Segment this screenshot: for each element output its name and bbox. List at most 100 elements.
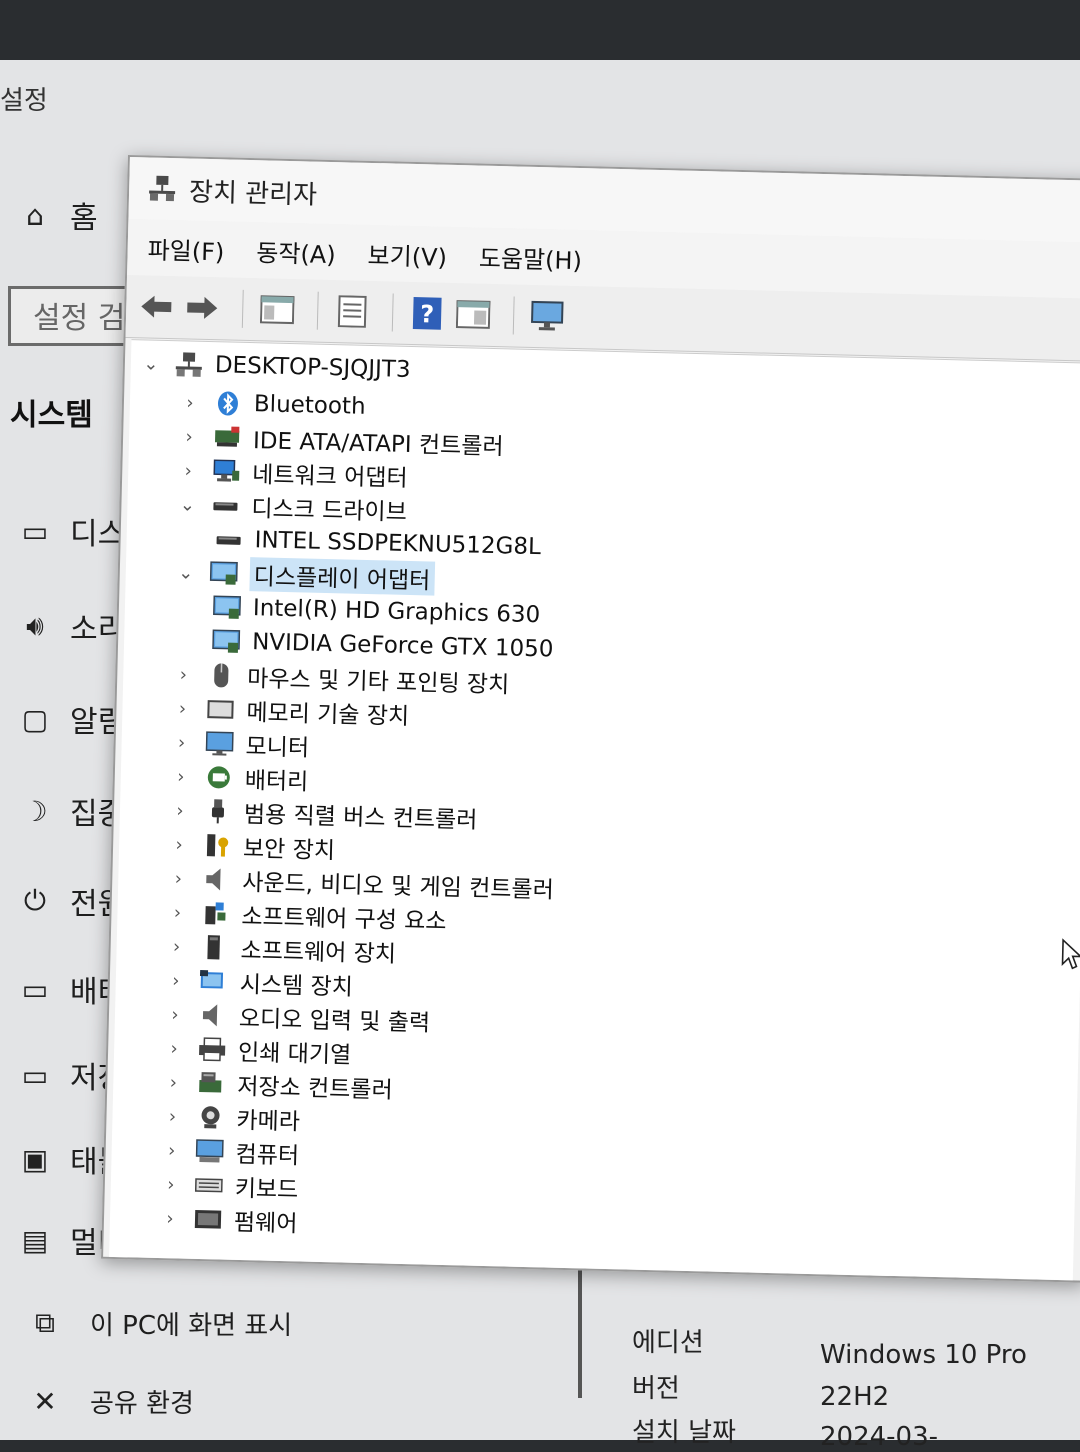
device-tree[interactable]: ⌄ DESKTOP-SJQJJT3 ›Bluetooth›IDE ATA/ATA…: [109, 339, 1080, 1280]
chevron-right-icon[interactable]: ›: [162, 1106, 183, 1127]
chevron-right-icon[interactable]: ›: [160, 1208, 181, 1229]
chevron-right-icon[interactable]: ›: [171, 732, 192, 753]
tree-item-label: 인쇄 대기열: [238, 1033, 352, 1070]
menu-action[interactable]: 동작(A): [256, 233, 336, 270]
toolbar-separator: [242, 290, 244, 328]
tree-category[interactable]: › Bluetooth: [180, 385, 366, 424]
tree-category[interactable]: ›메모리 기술 장치: [172, 691, 410, 731]
forward-icon[interactable]: [182, 287, 223, 328]
keyboard-icon: [195, 1172, 224, 1199]
help-icon[interactable]: ?: [407, 293, 448, 334]
chevron-right-icon[interactable]: ›: [171, 766, 192, 787]
security-icon: [203, 832, 232, 859]
chevron-right-icon[interactable]: ›: [172, 698, 193, 719]
memory-icon: [206, 696, 235, 723]
tree-category[interactable]: › 시스템 장치: [165, 963, 353, 1002]
tree-category[interactable]: › 배터리: [170, 759, 308, 796]
chevron-right-icon[interactable]: ›: [169, 834, 190, 855]
details-view-icon[interactable]: [453, 294, 494, 335]
tree-category[interactable]: › 소프트웨어 장치: [166, 929, 396, 969]
tree-category[interactable]: › 인쇄 대기열: [164, 1031, 352, 1070]
chevron-right-icon[interactable]: ›: [161, 1174, 182, 1195]
tree-item-label: 컴퓨터: [235, 1135, 299, 1171]
chevron-right-icon[interactable]: ›: [163, 1072, 184, 1093]
svg-text:?: ?: [420, 300, 435, 328]
power-icon: ⏻: [0, 884, 70, 918]
battery-icon: ▭: [0, 973, 70, 1006]
chevron-right-icon[interactable]: ›: [161, 1140, 182, 1161]
tree-category[interactable]: ›네트워크 어댑터: [178, 453, 408, 493]
chevron-right-icon[interactable]: ›: [166, 936, 187, 957]
nav-focus[interactable]: ☽ 집중: [0, 786, 125, 836]
chevron-right-icon[interactable]: ›: [173, 664, 194, 685]
properties-view-icon[interactable]: [257, 289, 298, 330]
chevron-right-icon[interactable]: ›: [178, 460, 199, 481]
list-icon[interactable]: [332, 291, 373, 332]
chevron-down-icon[interactable]: ⌄: [177, 494, 198, 515]
tree-category[interactable]: › 저장소 컨트롤러: [163, 1065, 393, 1105]
edition-label: 에디션: [632, 1322, 704, 1359]
tree-category[interactable]: › 펌웨어: [160, 1201, 298, 1238]
tree-item-label: 소프트웨어 구성 요소: [241, 897, 447, 936]
bluetooth-icon: [214, 390, 243, 417]
edition-value: Windows 10 Pro: [820, 1340, 1027, 1370]
monitor-scan-icon[interactable]: [528, 296, 569, 337]
chevron-right-icon[interactable]: ›: [164, 1038, 185, 1059]
nav-notifications[interactable]: ▢ 알림: [0, 694, 125, 744]
toolbar-separator: [317, 292, 319, 330]
menu-help[interactable]: 도움말(H): [479, 238, 583, 276]
settings-title: 설정: [0, 80, 48, 117]
tree-item-label: Bluetooth: [254, 391, 366, 420]
chevron-down-icon[interactable]: ⌄: [176, 562, 197, 583]
chevron-right-icon[interactable]: ›: [180, 392, 201, 413]
home-nav[interactable]: ⌂ 홈: [0, 190, 98, 240]
network-adapter-icon: [212, 458, 241, 485]
tree-item-label: 소프트웨어 장치: [240, 931, 396, 969]
home-label: 홈: [70, 193, 98, 237]
nav-shared[interactable]: ✕ 공유 환경: [0, 1376, 194, 1426]
computer-tree-icon: [175, 351, 204, 378]
sound-icon: [202, 866, 231, 893]
tree-category[interactable]: › 컴퓨터: [161, 1133, 299, 1170]
tree-item-label: 펌웨어: [234, 1203, 298, 1239]
divider: [578, 1268, 582, 1398]
tree-category[interactable]: ›키보드: [160, 1167, 298, 1204]
chevron-right-icon[interactable]: ›: [167, 902, 188, 923]
tree-category[interactable]: ›카메라: [162, 1099, 300, 1136]
chevron-right-icon[interactable]: ›: [170, 800, 191, 821]
chevron-down-icon[interactable]: ⌄: [141, 353, 162, 374]
install-date-label: 설치 날짜: [632, 1412, 736, 1449]
tree-root[interactable]: ⌄ DESKTOP-SJQJJT3: [140, 346, 410, 387]
tree-item-label: 디스플레이 어댑터: [249, 557, 434, 595]
version-label: 버전: [632, 1368, 680, 1405]
disk-drive-icon: [211, 492, 240, 519]
window-title: 장치 관리자: [189, 171, 318, 211]
tree-category[interactable]: ›보안 장치: [169, 827, 336, 865]
menu-view[interactable]: 보기(V): [367, 235, 447, 272]
chevron-right-icon[interactable]: ›: [168, 868, 189, 889]
nav-project[interactable]: ⧉ 이 PC에 화면 표시: [0, 1298, 292, 1348]
nav-power[interactable]: ⏻ 전원: [0, 876, 125, 926]
menu-file[interactable]: 파일(F): [147, 230, 225, 267]
section-heading: 시스템: [10, 390, 93, 434]
tree-item-label: 시스템 장치: [239, 965, 353, 1002]
tree-item-label: 배터리: [244, 761, 308, 797]
tree-item-label: 오디오 입력 및 출력: [239, 999, 431, 1038]
tree-item-label: 디스크 드라이브: [251, 489, 407, 527]
root-label: DESKTOP-SJQJJT3: [215, 352, 411, 383]
storage-controller-icon: [197, 1070, 226, 1097]
usb-icon: [204, 798, 233, 825]
project-icon: ⧉: [0, 1306, 90, 1340]
chevron-right-icon[interactable]: ›: [166, 970, 187, 991]
chevron-right-icon[interactable]: ›: [179, 426, 200, 447]
tree-category[interactable]: ›모니터: [171, 725, 309, 762]
tree-item-label: 저장소 컨트롤러: [237, 1067, 393, 1105]
ide-controller-icon: [213, 424, 242, 451]
chevron-right-icon[interactable]: ›: [165, 1004, 186, 1025]
moon-icon: ☽: [0, 795, 70, 828]
speaker-icon: 🔊︎: [0, 609, 70, 643]
tree-item-label: INTEL SSDPEKNU512G8L: [254, 527, 541, 560]
back-icon[interactable]: [136, 286, 177, 327]
tree-category[interactable]: ⌄ 디스크 드라이브: [177, 487, 407, 527]
nav-sound[interactable]: 🔊︎ 소리: [0, 601, 125, 651]
